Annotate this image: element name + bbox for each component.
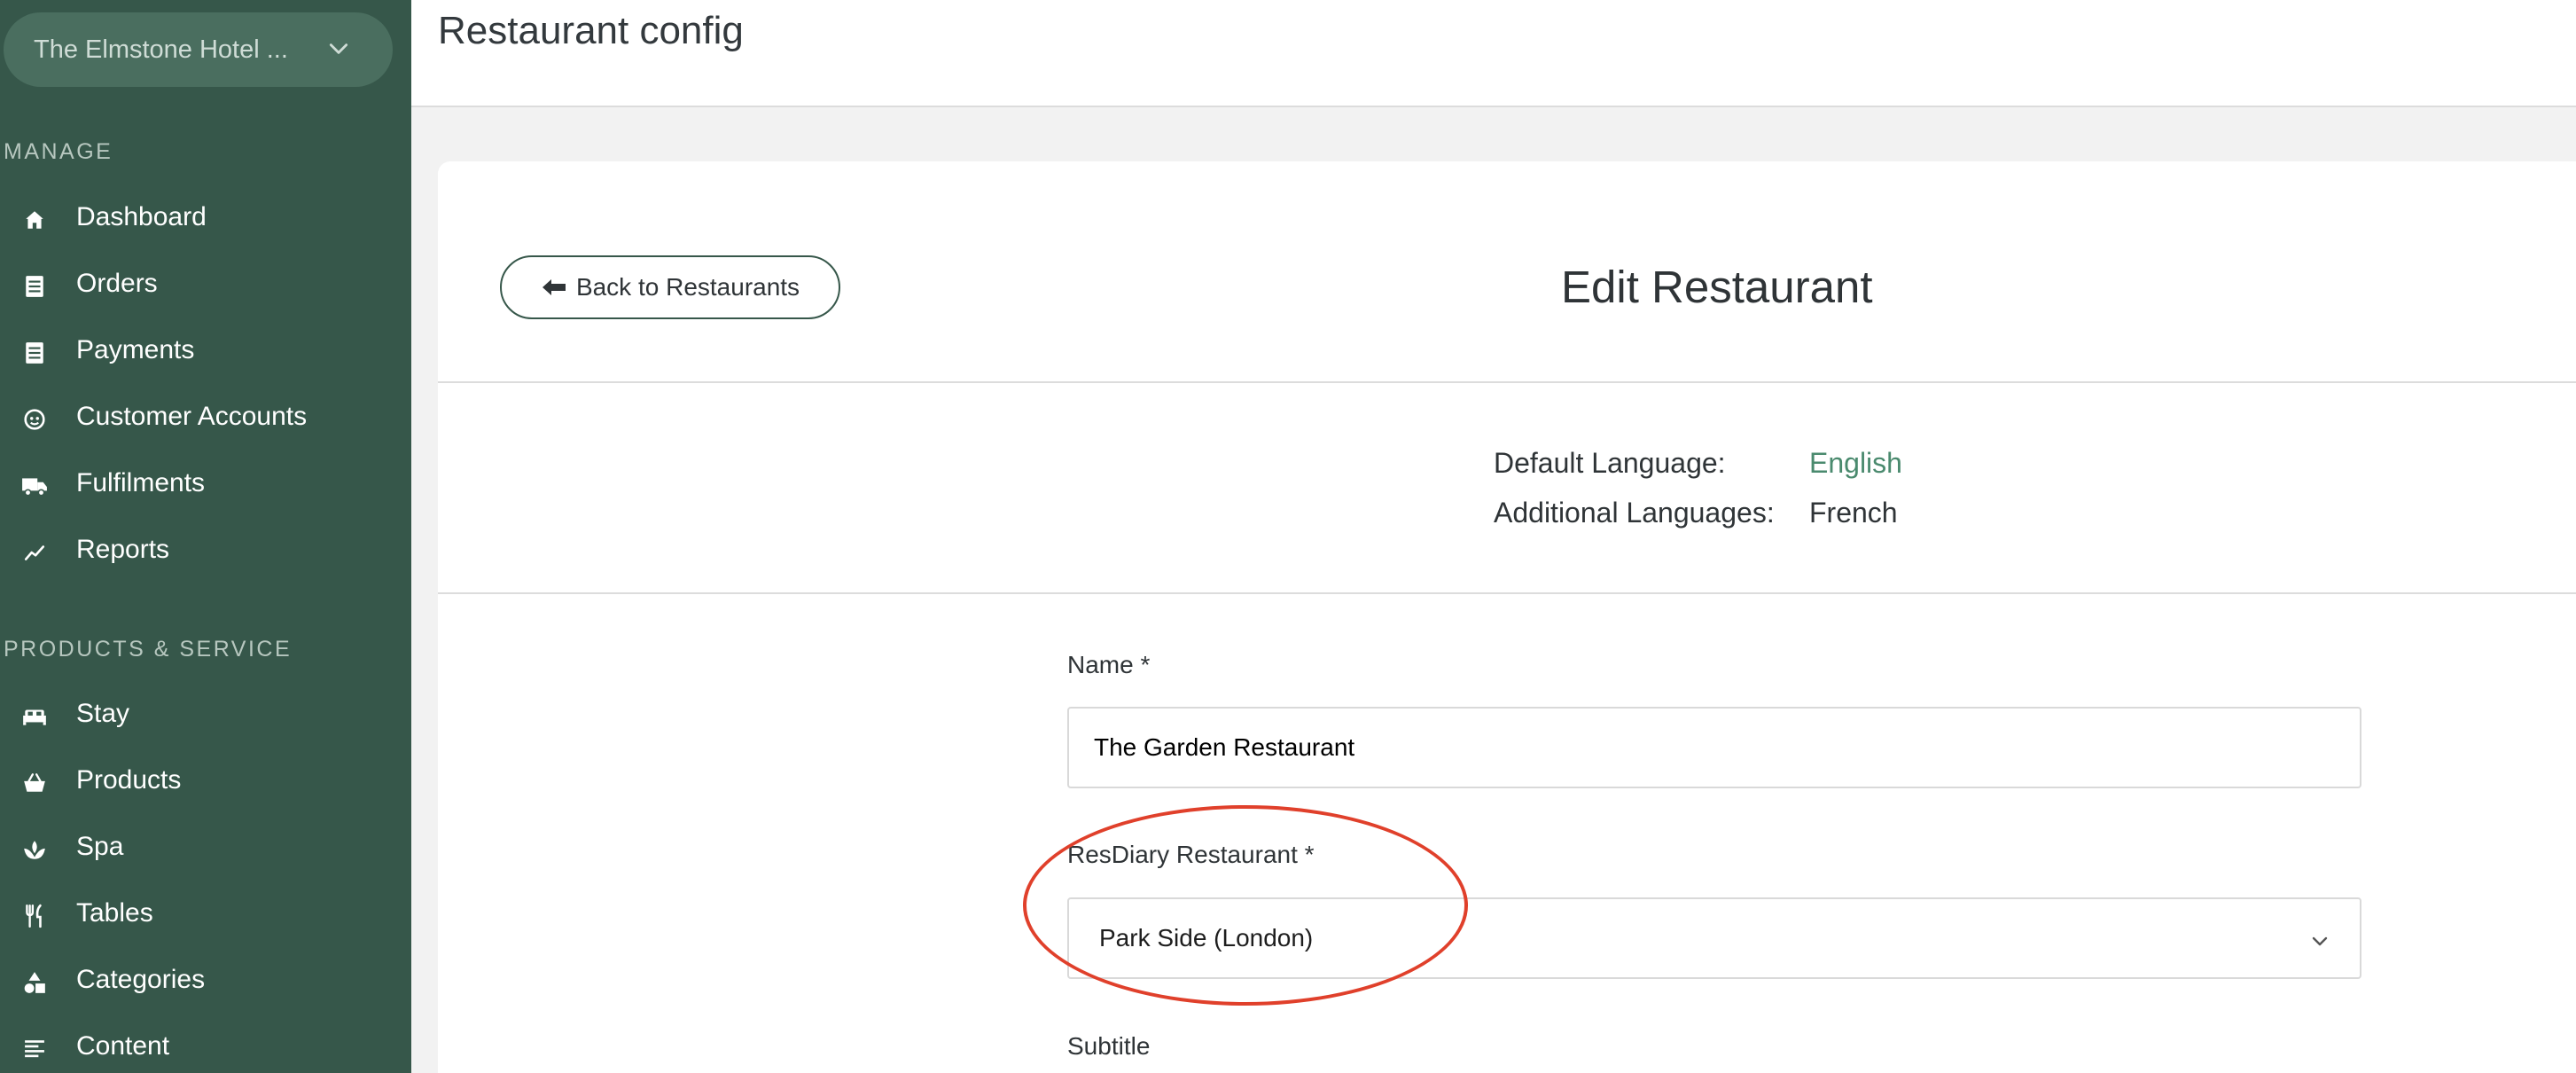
additional-languages-value: French xyxy=(1809,497,1898,529)
hotel-name: The Elmstone Hotel ... xyxy=(34,35,288,64)
back-button-label: Back to Restaurants xyxy=(575,273,800,301)
additional-languages-label: Additional Languages: xyxy=(1494,497,1775,529)
resdiary-selected-value: Park Side (London) xyxy=(1099,924,1314,952)
home-icon xyxy=(21,207,48,233)
sidebar-item-label: Categories xyxy=(76,965,206,994)
sidebar-item-payments[interactable]: Payments xyxy=(0,324,411,377)
sidebar-item-label: Content xyxy=(76,1031,170,1061)
spa-icon xyxy=(21,836,48,863)
list-icon xyxy=(21,273,48,300)
name-input[interactable] xyxy=(1067,707,2361,788)
back-to-restaurants-button[interactable]: Back to Restaurants xyxy=(500,255,840,319)
basket-icon xyxy=(21,770,48,796)
shapes-icon xyxy=(21,969,48,996)
list-icon xyxy=(21,340,48,366)
cutlery-icon xyxy=(21,903,48,929)
sidebar-item-label: Products xyxy=(76,765,182,795)
resdiary-restaurant-select[interactable]: Park Side (London) xyxy=(1067,897,2361,979)
default-language-value: English xyxy=(1809,447,1902,479)
name-field-label: Name * xyxy=(1067,651,1151,678)
face-icon xyxy=(21,406,48,433)
sidebar-item-spa[interactable]: Spa xyxy=(0,820,411,873)
sidebar-item-label: Orders xyxy=(76,269,158,298)
sidebar-item-label: Fulfilments xyxy=(76,468,206,497)
sidebar-item-label: Payments xyxy=(76,335,195,364)
chevron-down-icon xyxy=(327,37,350,67)
edit-restaurant-card: Back to Restaurants Edit Restaurant Defa… xyxy=(438,161,2576,1073)
bed-icon xyxy=(21,703,48,730)
sidebar-item-categories[interactable]: Categories xyxy=(0,953,411,1006)
resdiary-field-label: ResDiary Restaurant * xyxy=(1067,841,1315,868)
hotel-selector[interactable]: The Elmstone Hotel ... xyxy=(4,12,393,87)
page-header: Restaurant config xyxy=(411,0,2576,107)
trend-icon xyxy=(21,539,48,566)
section-label-manage: MANAGE xyxy=(4,139,113,164)
sidebar-item-orders[interactable]: Orders xyxy=(0,257,411,310)
sidebar-item-label: Spa xyxy=(76,832,124,861)
default-language-label: Default Language: xyxy=(1494,447,1726,479)
sidebar-item-label: Dashboard xyxy=(76,202,207,231)
sidebar-item-label: Tables xyxy=(76,898,153,928)
sidebar-item-label: Stay xyxy=(76,699,130,728)
sidebar-item-tables[interactable]: Tables xyxy=(0,887,411,940)
sidebar-item-dashboard[interactable]: Dashboard xyxy=(0,191,411,244)
edit-restaurant-title: Edit Restaurant xyxy=(1561,262,1873,312)
text-lines-icon xyxy=(21,1036,48,1062)
sidebar-item-reports[interactable]: Reports xyxy=(0,523,411,576)
sidebar-item-content[interactable]: Content xyxy=(0,1020,411,1073)
sidebar-item-label: Customer Accounts xyxy=(76,402,308,431)
section-label-products-service: PRODUCTS & SERVICE xyxy=(4,637,293,662)
sidebar-item-customer-accounts[interactable]: Customer Accounts xyxy=(0,390,411,443)
sidebar-item-stay[interactable]: Stay xyxy=(0,687,411,740)
truck-icon xyxy=(21,473,48,499)
sidebar-item-fulfilments[interactable]: Fulfilments xyxy=(0,457,411,510)
divider xyxy=(438,592,2576,594)
arrow-left-icon xyxy=(541,278,567,297)
sidebar-item-products[interactable]: Products xyxy=(0,754,411,807)
chevron-down-icon xyxy=(2308,929,2331,958)
divider xyxy=(438,381,2576,383)
sidebar-item-label: Reports xyxy=(76,535,170,564)
subtitle-field-label: Subtitle xyxy=(1067,1032,1151,1060)
page-title: Restaurant config xyxy=(438,9,744,52)
sidebar: The Elmstone Hotel ... MANAGE Dashboard … xyxy=(0,0,411,1073)
